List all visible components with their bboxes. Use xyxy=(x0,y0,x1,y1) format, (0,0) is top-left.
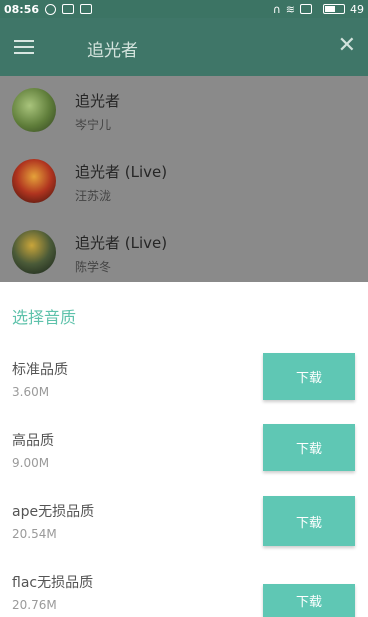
quality-option: ape无损品质 20.54M 下载 xyxy=(0,496,368,572)
mail-icon xyxy=(62,4,75,14)
list-item[interactable]: 追光者 岑宁儿 xyxy=(0,76,368,144)
song-title: 追光者 xyxy=(75,92,121,110)
quality-name: 标准品质 xyxy=(12,362,68,378)
shield-icon xyxy=(80,4,93,14)
song-artist: 岑宁儿 xyxy=(75,118,112,132)
album-cover xyxy=(12,88,56,132)
album-cover xyxy=(12,159,56,203)
status-right: ∩ ≋ 49 xyxy=(273,3,364,16)
download-button[interactable]: 下载 xyxy=(263,496,355,546)
quality-name: 高品质 xyxy=(12,433,54,449)
quality-size: 9.00M xyxy=(12,456,50,470)
album-cover xyxy=(12,230,56,274)
quality-size: 3.60M xyxy=(12,385,50,399)
song-artist: 汪苏泷 xyxy=(75,189,112,203)
wifi-icon: ≋ xyxy=(285,2,295,16)
screen-icon xyxy=(300,4,312,14)
quality-name: ape无损品质 xyxy=(12,504,95,520)
sheet-title: 选择音质 xyxy=(12,308,77,327)
quality-size: 20.76M xyxy=(12,598,57,612)
song-title: 追光者 (Live) xyxy=(75,163,168,181)
song-title: 追光者 (Live) xyxy=(75,234,168,252)
download-button[interactable]: 下载 xyxy=(263,424,355,471)
quality-name: flac无损品质 xyxy=(12,575,94,591)
toolbar-title: 追光者 xyxy=(87,41,138,61)
quality-option: flac无损品质 20.76M 下载 xyxy=(0,572,368,617)
battery-icon xyxy=(323,4,345,14)
quality-option: 高品质 9.00M 下载 xyxy=(0,424,368,501)
headphones-icon: ∩ xyxy=(272,2,281,16)
close-icon[interactable]: ✕ xyxy=(338,34,356,58)
status-bar: 08:56 ∩ ≋ 49 xyxy=(0,0,368,18)
status-time: 08:56 xyxy=(4,2,40,16)
hamburger-menu-icon[interactable] xyxy=(14,40,34,54)
quality-size: 20.54M xyxy=(12,527,57,541)
quality-sheet: 选择音质 标准品质 3.60M 下载 高品质 9.00M 下载 ape无损品质 … xyxy=(0,282,368,617)
sync-icon xyxy=(45,3,57,15)
quality-option: 标准品质 3.60M 下载 xyxy=(0,353,368,430)
song-list: 追光者 岑宁儿 追光者 (Live) 汪苏泷 追光者 (Live) 陈学冬 xyxy=(0,76,368,282)
list-item[interactable]: 追光者 (Live) 汪苏泷 xyxy=(0,147,368,215)
song-artist: 陈学冬 xyxy=(75,260,112,274)
download-button[interactable]: 下载 xyxy=(263,584,355,617)
app-toolbar: 追光者 ✕ xyxy=(0,18,368,76)
battery-level: 49 xyxy=(350,2,364,16)
download-button[interactable]: 下载 xyxy=(263,353,355,400)
list-item[interactable]: 追光者 (Live) 陈学冬 xyxy=(0,218,368,286)
